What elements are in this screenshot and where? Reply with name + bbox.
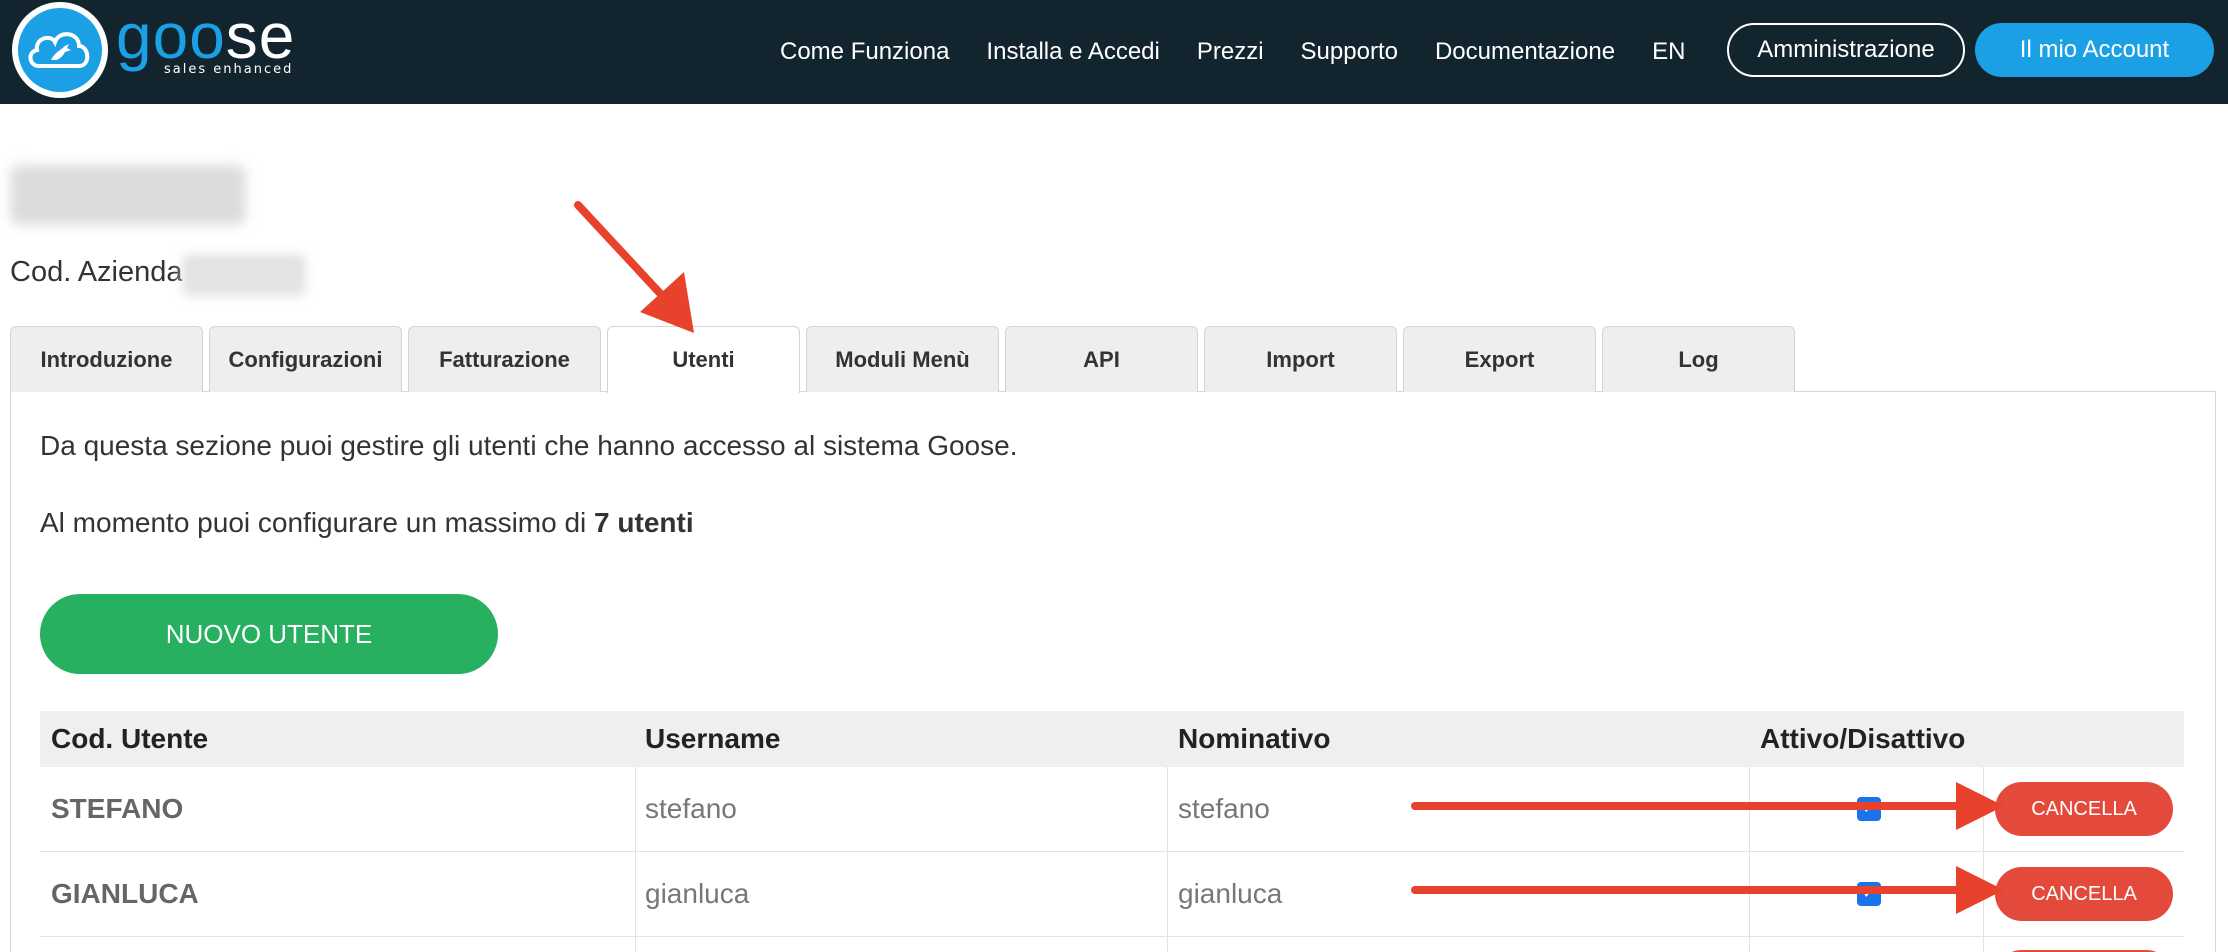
col-header-active: Attivo/Disattivo — [1760, 723, 1966, 754]
users-table: Cod. Utente Username Nominativo Attivo/D… — [40, 711, 2184, 952]
active-checkbox[interactable]: ✓ — [1857, 882, 1881, 906]
logo-badge — [12, 2, 108, 98]
tab-api[interactable]: API — [1005, 326, 1198, 392]
nav-installa-accedi[interactable]: Installa e Accedi — [986, 38, 1159, 66]
user-limit-prefix: Al momento puoi configurare un massimo d… — [40, 507, 587, 538]
logo-wordmark: goose sales enhanced — [116, 4, 295, 77]
tab-bar: Introduzione Configurazioni Fatturazione… — [10, 326, 1801, 393]
column-divider — [1749, 767, 1750, 851]
table-row: STEFANO stefano stefano ✓ CANCELLA — [40, 767, 2184, 852]
nav-documentazione[interactable]: Documentazione — [1435, 38, 1615, 66]
tab-fatturazione[interactable]: Fatturazione — [408, 326, 601, 392]
goose-logo[interactable]: goose sales enhanced — [12, 2, 295, 98]
main-nav: Come Funziona Installa e Accedi Prezzi S… — [780, 0, 1722, 104]
col-header-code: Cod. Utente — [51, 723, 209, 754]
delete-user-button[interactable]: CANCELLA — [1995, 867, 2173, 921]
tab-export[interactable]: Export — [1403, 326, 1596, 392]
admin-button[interactable]: Amministrazione — [1727, 23, 1965, 77]
tab-introduzione[interactable]: Introduzione — [10, 326, 203, 392]
company-code-label: Cod. Azienda — [10, 256, 183, 288]
column-divider — [635, 937, 636, 952]
logo-tagline: sales enhanced — [164, 62, 294, 77]
nav-supporto[interactable]: Supporto — [1301, 38, 1398, 66]
section-intro-text: Da questa sezione puoi gestire gli utent… — [40, 430, 1018, 461]
table-row: GIANLUCA gianluca gianluca ✓ CANCELLA — [40, 852, 2184, 937]
new-user-button[interactable]: NUOVO UTENTE — [40, 594, 498, 674]
nav-prezzi[interactable]: Prezzi — [1197, 38, 1264, 66]
delete-user-button[interactable]: CANCELLA — [1995, 782, 2173, 836]
column-divider — [1983, 767, 1984, 851]
my-account-button[interactable]: Il mio Account — [1975, 23, 2214, 77]
cloud-goose-icon — [18, 8, 102, 92]
company-code-redacted — [182, 254, 306, 296]
tab-annotation-arrow-icon — [574, 201, 694, 333]
user-limit-value: 7 utenti — [594, 507, 694, 538]
company-name-redacted — [10, 165, 246, 225]
column-divider — [1167, 937, 1168, 952]
col-header-name: Nominativo — [1178, 723, 1331, 754]
nav-language-en[interactable]: EN — [1652, 38, 1685, 66]
column-divider — [1983, 852, 1984, 936]
column-divider — [1167, 767, 1168, 851]
tab-moduli-menu[interactable]: Moduli Menù — [806, 326, 999, 392]
table-row-partial — [40, 937, 2184, 952]
column-divider — [1983, 937, 1984, 952]
name-cell: stefano — [1178, 793, 1270, 824]
column-divider — [1749, 937, 1750, 952]
column-divider — [1749, 852, 1750, 936]
top-navbar: goose sales enhanced Come Funziona Insta… — [0, 0, 2228, 104]
nav-come-funziona[interactable]: Come Funziona — [780, 38, 949, 66]
username-cell: stefano — [645, 793, 737, 824]
username-cell: gianluca — [645, 878, 750, 909]
column-divider — [1167, 852, 1168, 936]
tab-utenti[interactable]: Utenti — [607, 326, 800, 393]
user-code-cell: STEFANO — [51, 793, 184, 824]
table-header: Cod. Utente Username Nominativo Attivo/D… — [40, 711, 2184, 767]
column-divider — [635, 767, 636, 851]
user-limit-text: Al momento puoi configurare un massimo d… — [40, 507, 694, 539]
name-cell: gianluca — [1178, 878, 1283, 909]
tab-configurazioni[interactable]: Configurazioni — [209, 326, 402, 392]
tab-import[interactable]: Import — [1204, 326, 1397, 392]
user-code-cell: GIANLUCA — [51, 878, 199, 909]
col-header-username: Username — [645, 723, 781, 754]
tab-log[interactable]: Log — [1602, 326, 1795, 392]
active-checkbox[interactable]: ✓ — [1857, 797, 1881, 821]
column-divider — [635, 852, 636, 936]
